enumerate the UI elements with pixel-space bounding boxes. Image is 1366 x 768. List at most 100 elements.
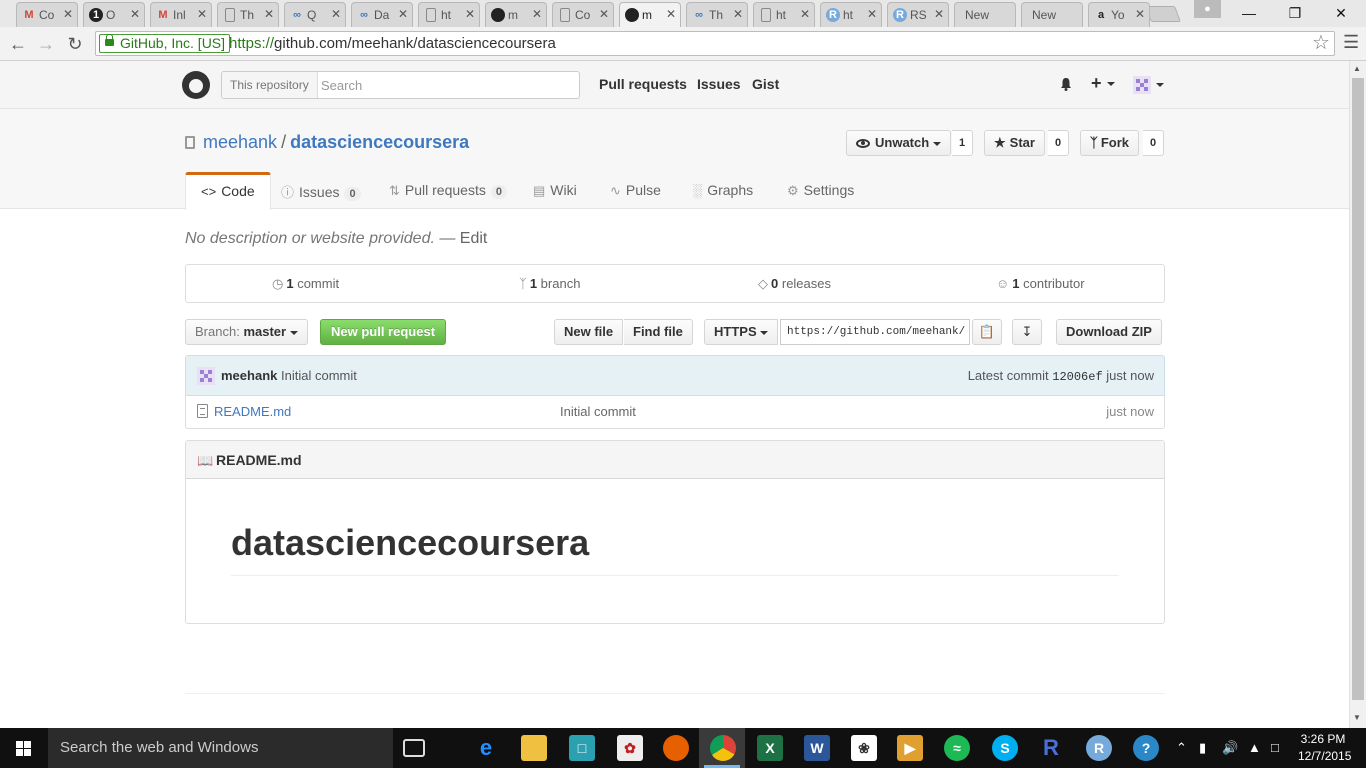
volume-icon[interactable]: 🔊 (1222, 740, 1238, 756)
search-input[interactable] (315, 72, 575, 98)
close-tab-icon[interactable]: ✕ (934, 7, 944, 21)
word-icon[interactable]: W (804, 735, 830, 761)
restore-icon[interactable]: ❐ (1275, 3, 1315, 23)
close-tab-icon[interactable]: ✕ (1135, 7, 1145, 21)
browser-tab[interactable]: Co ✕ (552, 2, 614, 27)
browser-tab[interactable]: m ✕ (619, 2, 681, 28)
start-button[interactable] (0, 728, 48, 768)
nav-gist[interactable]: Gist (752, 76, 779, 92)
browser-tab[interactable]: M Inl ✕ (150, 2, 212, 27)
tray-overflow-icon[interactable]: ⌃ (1176, 740, 1187, 756)
media-player-icon[interactable]: ▶ (897, 735, 923, 761)
avatar-menu-chevron-icon[interactable] (1156, 83, 1164, 87)
browser-tab[interactable]: 1 O ✕ (83, 2, 145, 27)
ev-certificate-badge[interactable]: GitHub, Inc. [US] (99, 34, 231, 53)
repo-owner-link[interactable]: meehank (203, 132, 277, 152)
clone-protocol-button[interactable]: HTTPS (704, 319, 779, 345)
scroll-up-icon[interactable]: ▲ (1353, 64, 1361, 73)
find-file-button[interactable]: Find file (624, 319, 693, 345)
tab-pull-requests[interactable]: ⇅ Pull requests 0 (374, 172, 522, 209)
action-center-icon[interactable]: □ (1271, 740, 1279, 755)
download-zip-button[interactable]: Download ZIP (1056, 319, 1162, 345)
tab-settings[interactable]: ⚙ Settings (772, 172, 869, 209)
rstudio-icon[interactable]: R (1086, 735, 1112, 761)
browser-tab[interactable]: New (1021, 2, 1083, 27)
file-commit-message[interactable]: Initial commit (560, 404, 636, 419)
forward-icon[interactable]: → (35, 33, 57, 55)
address-bar[interactable]: GitHub, Inc. [US] https://github.com/mee… (95, 31, 1335, 56)
commit-author[interactable]: meehank (221, 368, 277, 383)
author-avatar[interactable] (197, 367, 215, 385)
close-tab-icon[interactable]: ✕ (63, 7, 73, 21)
new-pull-request-button[interactable]: New pull request (320, 319, 447, 345)
close-tab-icon[interactable]: ✕ (197, 7, 207, 21)
tab-graphs[interactable]: ░ Graphs (678, 172, 768, 209)
file-name-link[interactable]: README.md (214, 404, 291, 419)
browser-tab[interactable]: Th ✕ (217, 2, 279, 27)
search-scope-label[interactable]: This repository (222, 72, 318, 98)
close-tab-icon[interactable]: ✕ (599, 7, 609, 21)
close-tab-icon[interactable]: ✕ (331, 7, 341, 21)
close-tab-icon[interactable]: ✕ (465, 7, 475, 21)
watch-count[interactable]: 1 (952, 130, 974, 156)
chrome-menu-icon[interactable]: ☰ (1343, 32, 1359, 53)
tab-issues[interactable]: ⓘ Issues 0 (266, 172, 376, 209)
skype-icon[interactable]: S (992, 735, 1018, 761)
fork-button[interactable]: ᛉ Fork (1080, 130, 1139, 156)
releases-link[interactable]: ◇ 0 releases (758, 276, 831, 292)
star-button[interactable]: ★ Star (984, 130, 1045, 156)
browser-tab[interactable]: ∞ Th ✕ (686, 2, 748, 27)
scroll-down-icon[interactable]: ▼ (1353, 713, 1361, 722)
fork-count[interactable]: 0 (1143, 130, 1165, 156)
close-tab-icon[interactable]: ✕ (666, 7, 676, 21)
r-icon[interactable]: R (1038, 735, 1064, 761)
task-view-icon[interactable] (403, 739, 425, 757)
browser-tab[interactable]: ht ✕ (418, 2, 480, 27)
browser-tab[interactable]: m ✕ (485, 2, 547, 27)
unwatch-button[interactable]: Unwatch (846, 130, 951, 156)
excel-icon[interactable]: X (757, 735, 783, 761)
close-tab-icon[interactable]: ✕ (398, 7, 408, 21)
nav-pull-requests[interactable]: Pull requests (599, 76, 687, 92)
paint-icon[interactable]: ✿ (617, 735, 643, 761)
browser-tab[interactable]: ∞ Da ✕ (351, 2, 413, 27)
browser-tab[interactable]: M Co ✕ (16, 2, 78, 27)
network-app-icon[interactable]: ❀ (851, 735, 877, 761)
wifi-icon[interactable]: ▲ (1248, 740, 1261, 755)
taskbar-clock[interactable]: 3:26 PM 12/7/2015 (1298, 731, 1351, 765)
repo-name-link[interactable]: datasciencecoursera (290, 132, 469, 152)
reload-icon[interactable]: ↻ (64, 33, 86, 55)
close-tab-icon[interactable]: ✕ (264, 7, 274, 21)
create-new-icon[interactable]: + (1091, 73, 1115, 94)
new-file-button[interactable]: New file (554, 319, 624, 345)
bookmark-star-icon[interactable]: ☆ (1312, 30, 1330, 55)
browser-tab[interactable]: New (954, 2, 1016, 27)
browser-tab[interactable]: R RS ✕ (887, 2, 949, 27)
contributors-link[interactable]: ☺ 1 contributor (996, 276, 1085, 291)
spotify-icon[interactable]: ≈ (944, 735, 970, 761)
commit-message[interactable]: Initial commit (281, 368, 357, 383)
edge-browser-icon[interactable]: e (473, 735, 499, 761)
battery-icon[interactable]: ▮ (1199, 740, 1206, 756)
close-tab-icon[interactable]: ✕ (800, 7, 810, 21)
minimize-icon[interactable]: — (1229, 3, 1269, 23)
tab-code[interactable]: <> Code (185, 172, 271, 210)
copy-clipboard-icon[interactable]: 📋 (972, 319, 1002, 345)
browser-tab[interactable]: Rht ✕ (820, 2, 882, 27)
browser-tab[interactable]: ht ✕ (753, 2, 815, 27)
star-count[interactable]: 0 (1048, 130, 1070, 156)
close-window-icon[interactable]: ✕ (1321, 3, 1361, 23)
close-tab-icon[interactable]: ✕ (532, 7, 542, 21)
url-text[interactable]: https://github.com/meehank/datascienceco… (229, 35, 556, 52)
tab-wiki[interactable]: ▤ Wiki (518, 172, 592, 209)
help-icon[interactable]: ? (1133, 735, 1159, 761)
tab-pulse[interactable]: ∿ Pulse (595, 172, 676, 209)
firefox-icon[interactable] (663, 735, 689, 761)
clone-url-input[interactable]: https://github.com/meehank/ (780, 319, 970, 345)
close-tab-icon[interactable]: ✕ (733, 7, 743, 21)
profile-icon[interactable]: ● (1194, 0, 1221, 18)
store-icon[interactable]: □ (569, 735, 595, 761)
description-edit-link[interactable]: — Edit (439, 230, 487, 247)
nav-issues[interactable]: Issues (697, 76, 741, 92)
commit-sha[interactable]: 12006ef (1052, 370, 1102, 384)
